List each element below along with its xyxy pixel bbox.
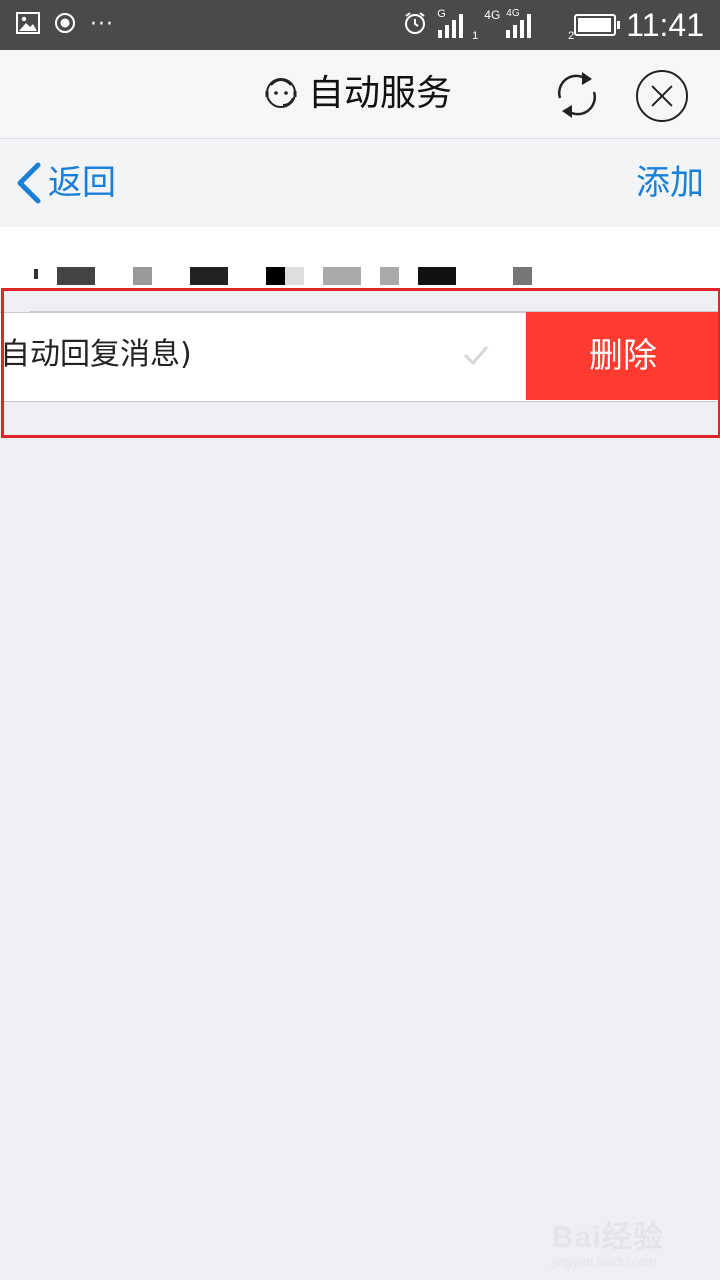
- pixel-block: [266, 267, 285, 285]
- delete-button[interactable]: 删除: [526, 312, 720, 400]
- pixel-block: [418, 267, 456, 285]
- baidu-watermark: Bai经验 jingyan.baidu.com: [552, 1212, 664, 1269]
- list-item-label: 自动回复消息): [0, 337, 192, 372]
- back-button[interactable]: 返回: [14, 161, 116, 205]
- status-bar: ··· G 1 4G 4G 2 11:41: [0, 0, 720, 50]
- add-button[interactable]: 添加: [636, 161, 704, 205]
- pixel-block: [57, 267, 95, 285]
- watermark-logo: Bai经验: [552, 1221, 664, 1254]
- nav-bar: 返回 添加: [0, 139, 720, 227]
- pixel-block: [323, 267, 361, 285]
- sim2-signal-icon: 4G 4G 2: [484, 8, 575, 42]
- censored-list-item[interactable]: [0, 227, 720, 289]
- status-bar-right: G 1 4G 4G 2 11:41: [402, 6, 704, 44]
- chevron-left-icon: [17, 162, 41, 204]
- pixel-block: [34, 269, 38, 279]
- refresh-button[interactable]: [552, 68, 602, 122]
- checkmark-icon: [462, 343, 490, 371]
- status-time: 11:41: [626, 7, 704, 43]
- pixel-block: [133, 267, 152, 285]
- watermark-url: jingyan.baidu.com: [552, 1254, 657, 1269]
- title-group: 自动服务: [262, 70, 452, 118]
- back-label: 返回: [48, 163, 116, 203]
- refresh-icon: [558, 72, 596, 118]
- title-bar: 自动服务: [0, 50, 720, 139]
- status-bar-left: ···: [16, 12, 114, 38]
- pixel-block: [380, 267, 399, 285]
- page-title: 自动服务: [308, 73, 453, 114]
- pixel-block: [285, 267, 304, 285]
- pixel-block: [190, 267, 228, 285]
- sim1-signal-icon: G 1: [437, 8, 479, 42]
- image-icon: [16, 12, 40, 38]
- battery-icon: [574, 14, 621, 36]
- customer-service-icon: [262, 73, 300, 115]
- close-button[interactable]: [636, 70, 688, 122]
- more-notifications-icon: ···: [90, 12, 114, 37]
- pixel-block: [513, 267, 532, 285]
- record-icon: [54, 12, 76, 38]
- alarm-icon: [402, 10, 428, 40]
